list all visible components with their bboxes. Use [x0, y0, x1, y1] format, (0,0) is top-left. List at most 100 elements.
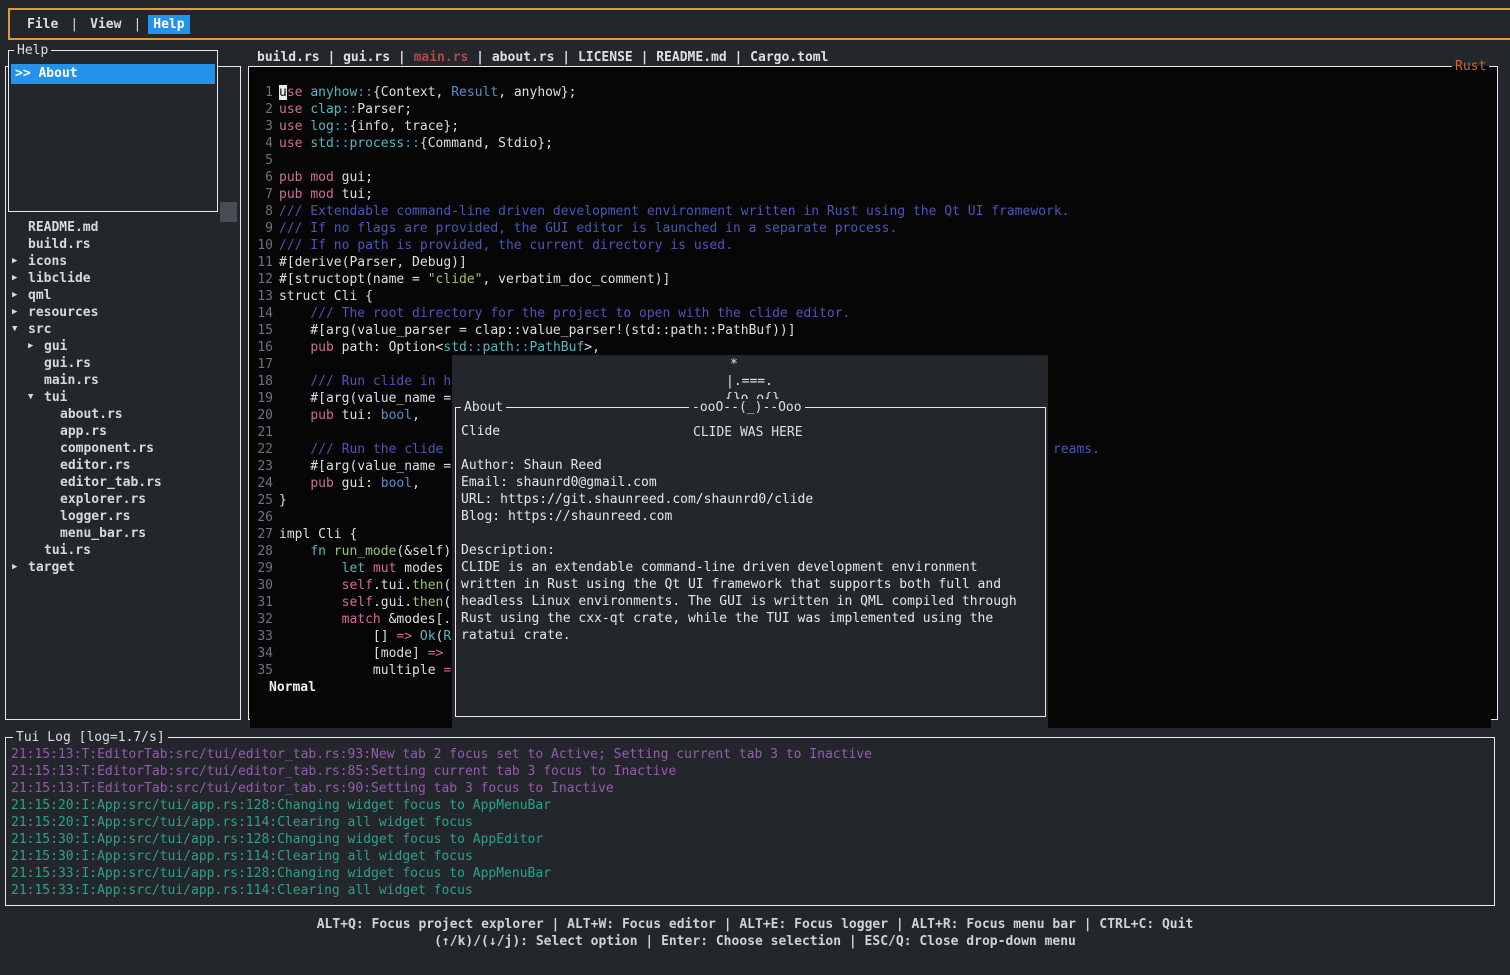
tab-about-rs[interactable]: about.rs: [492, 50, 555, 65]
tree-item-readme-md[interactable]: README.md: [6, 219, 238, 236]
tree-item-src[interactable]: ▼src: [6, 321, 238, 338]
menu-item-view[interactable]: View: [85, 15, 126, 34]
code-line[interactable]: 7pub mod tui;: [251, 186, 1495, 203]
tree-item-label: gui: [44, 338, 67, 355]
token: [279, 612, 342, 627]
token: (&self): [396, 544, 451, 559]
tree-item-editor-tab-rs[interactable]: editor_tab.rs: [6, 474, 238, 491]
token: /// If no path is provided, the current …: [279, 238, 733, 253]
tree-item-target[interactable]: ▶target: [6, 559, 238, 576]
tree-indent: [44, 423, 60, 440]
token: #[arg(value_name =: [279, 391, 451, 406]
editor-bottom-strip-left: [250, 718, 452, 728]
help-menu-item-about[interactable]: >> About: [11, 64, 215, 84]
code-line[interactable]: 10/// If no path is provided, the curren…: [251, 237, 1495, 254]
code-line[interactable]: 9/// If no flags are provided, the GUI e…: [251, 220, 1495, 237]
about-description-line: CLIDE is an extendable command-line driv…: [456, 559, 1045, 576]
code-line[interactable]: 11#[derive(Parser, Debug)]: [251, 254, 1495, 271]
tree-item-icons[interactable]: ▶icons: [6, 253, 238, 270]
token: tui:: [334, 408, 381, 423]
code-line[interactable]: 4use std::process::{Command, Stdio};: [251, 135, 1495, 152]
menu-item-help[interactable]: Help: [148, 15, 189, 34]
ascii-art-line: |.===.: [726, 373, 773, 390]
code-text: #[structopt(name = "clide", verbatim_doc…: [279, 271, 670, 288]
code-line[interactable]: 12#[structopt(name = "clide", verbatim_d…: [251, 271, 1495, 288]
token: ::: [334, 136, 350, 151]
menu-separator: |: [70, 16, 78, 33]
token: [279, 306, 310, 321]
line-number: 6: [251, 169, 273, 186]
tree-item-component-rs[interactable]: component.rs: [6, 440, 238, 457]
code-text: /// If no path is provided, the current …: [279, 237, 733, 254]
tree-item-gui-rs[interactable]: gui.rs: [6, 355, 238, 372]
code-line[interactable]: 8 /// Extendable command-line driven deve…: [251, 203, 1495, 220]
tree-item-libclide[interactable]: ▶libclide: [6, 270, 238, 287]
token: ::: [357, 85, 373, 100]
tree-item-gui[interactable]: ▶gui: [6, 338, 238, 355]
tree-item-logger-rs[interactable]: logger.rs: [6, 508, 238, 525]
tree-item-explorer-rs[interactable]: explorer.rs: [6, 491, 238, 508]
tree-item-label: app.rs: [60, 423, 107, 440]
code-line[interactable]: 1use anyhow::{Context, Result, anyhow};: [251, 84, 1495, 101]
code-line[interactable]: 3use log::{info, trace};: [251, 118, 1495, 135]
code-line[interactable]: 6pub mod gui;: [251, 169, 1495, 186]
tree-item-label: main.rs: [44, 372, 99, 389]
explorer-scrollbar-thumb[interactable]: [220, 202, 237, 222]
token: tui;: [334, 187, 373, 202]
chevron-down-icon: ▼: [28, 389, 44, 406]
token: /// The root directory for the project t…: [310, 306, 850, 321]
code-line[interactable]: 2use clap::Parser;: [251, 101, 1495, 118]
tree-item-resources[interactable]: ▶resources: [6, 304, 238, 321]
code-line[interactable]: 13struct Cli {: [251, 288, 1495, 305]
token: path: [483, 340, 514, 355]
code-text: match &modes[.: [279, 611, 451, 628]
code-text: use std::process::{Command, Stdio};: [279, 135, 553, 152]
tab-license[interactable]: LICENSE: [578, 50, 633, 65]
token: process: [349, 136, 404, 151]
token: (: [443, 578, 451, 593]
tree-item-build-rs[interactable]: build.rs: [6, 236, 238, 253]
token: #[derive(Parser, Debug)]: [279, 255, 467, 270]
token: [279, 544, 310, 559]
tree-item-qml[interactable]: ▶qml: [6, 287, 238, 304]
token: pub: [310, 476, 333, 491]
code-line[interactable]: 15 #[arg(value_parser = clap::value_pars…: [251, 322, 1495, 339]
token: ::: [514, 340, 530, 355]
tab-cargo-toml[interactable]: Cargo.toml: [750, 50, 828, 65]
tab-readme-md[interactable]: README.md: [656, 50, 726, 65]
tree-item-main-rs[interactable]: main.rs: [6, 372, 238, 389]
tab-main-rs[interactable]: main.rs: [414, 50, 469, 65]
line-number: 8: [251, 203, 273, 220]
tree-item-about-rs[interactable]: about.rs: [6, 406, 238, 423]
tree-item-editor-rs[interactable]: editor.rs: [6, 457, 238, 474]
token: [365, 561, 373, 576]
tree-item-menu-bar-rs[interactable]: menu_bar.rs: [6, 525, 238, 542]
tree-item-label: tui: [44, 389, 67, 406]
tab-gui-rs[interactable]: gui.rs: [343, 50, 390, 65]
tree-item-app-rs[interactable]: app.rs: [6, 423, 238, 440]
code-line[interactable]: 14 /// The root directory for the projec…: [251, 305, 1495, 322]
code-line[interactable]: 16 pub path: Option<std::path::PathBuf>,: [251, 339, 1495, 356]
token: /// Extendable command-line driven devel…: [279, 204, 1070, 219]
code-text: use anyhow::{Context, Result, anyhow};: [279, 84, 576, 101]
code-text: #[arg(value_name =: [279, 390, 451, 407]
about-fields: Author: Shaun ReedEmail: shaunrd0@gmail.…: [456, 440, 1045, 542]
token: #[arg(value_parser = clap::value_parser!…: [279, 323, 796, 338]
about-field: URL: https://git.shaunreed.com/shaunrd0/…: [456, 491, 1045, 508]
token: ::: [404, 136, 420, 151]
tree-item-tui[interactable]: ▼tui: [6, 389, 238, 406]
tab-build-rs[interactable]: build.rs: [257, 50, 320, 65]
line-number: 22: [251, 441, 273, 458]
keybind-help-line-2: (↑/k)/(↓/j): Select option | Enter: Choo…: [0, 933, 1510, 950]
token: =: [443, 663, 451, 678]
code-line[interactable]: 5: [251, 152, 1495, 169]
menu-item-file[interactable]: File: [22, 15, 63, 34]
line-number: 9: [251, 220, 273, 237]
token: bool: [381, 408, 412, 423]
log-line: 21:15:33:I:App:src/tui/app.rs:114:Cleari…: [11, 882, 872, 899]
tree-item-label: editor.rs: [60, 457, 130, 474]
tree-item-tui-rs[interactable]: tui.rs: [6, 542, 238, 559]
line-number: 5: [251, 152, 273, 169]
log-line: 21:15:20:I:App:src/tui/app.rs:128:Changi…: [11, 797, 872, 814]
token: .gui.: [373, 595, 412, 610]
